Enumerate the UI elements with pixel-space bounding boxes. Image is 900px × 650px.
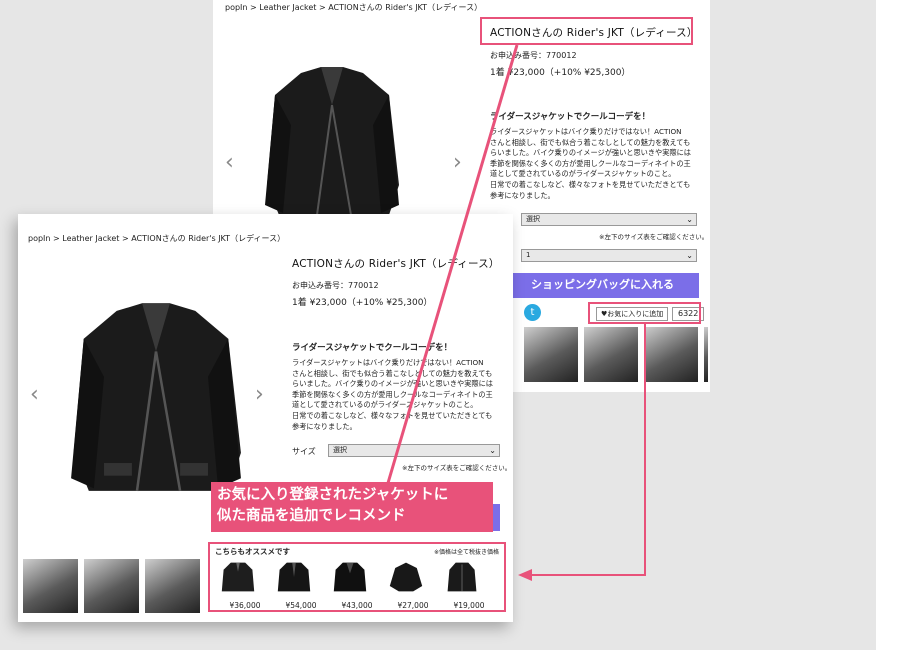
jacket-thumbnail xyxy=(277,562,311,592)
callout-line: 似た商品を追加でレコメンド xyxy=(217,508,406,524)
recommendation-widget: こちらもオススメです ※価格は全て税抜き価格 ¥36,000 ¥54,000 ¥… xyxy=(208,542,506,612)
recommendation-tax-note: ※価格は全て税抜き価格 xyxy=(433,549,499,556)
recommended-product[interactable]: ¥19,000 xyxy=(444,559,494,610)
recommended-product[interactable]: ¥27,000 xyxy=(388,559,438,610)
recommended-product[interactable]: ¥36,000 xyxy=(220,559,270,610)
jacket-thumbnail xyxy=(389,562,423,592)
recommended-price: ¥27,000 xyxy=(397,601,429,610)
annotation-callout: お気に入り登録されたジャケットに 似た商品を追加でレコメンド xyxy=(211,482,493,532)
recommended-price: ¥54,000 xyxy=(285,601,317,610)
recommended-price: ¥36,000 xyxy=(229,601,261,610)
callout-line: お気に入り登録されたジャケットに xyxy=(217,487,449,503)
recommended-price: ¥19,000 xyxy=(453,601,485,610)
jacket-thumbnail xyxy=(447,562,477,592)
jacket-thumbnail xyxy=(333,562,367,592)
jacket-thumbnail xyxy=(221,562,255,592)
recommended-product[interactable]: ¥43,000 xyxy=(332,559,382,610)
recommended-price: ¥43,000 xyxy=(341,601,373,610)
recommendation-title: こちらもオススメです xyxy=(215,547,290,556)
recommended-product[interactable]: ¥54,000 xyxy=(276,559,326,610)
